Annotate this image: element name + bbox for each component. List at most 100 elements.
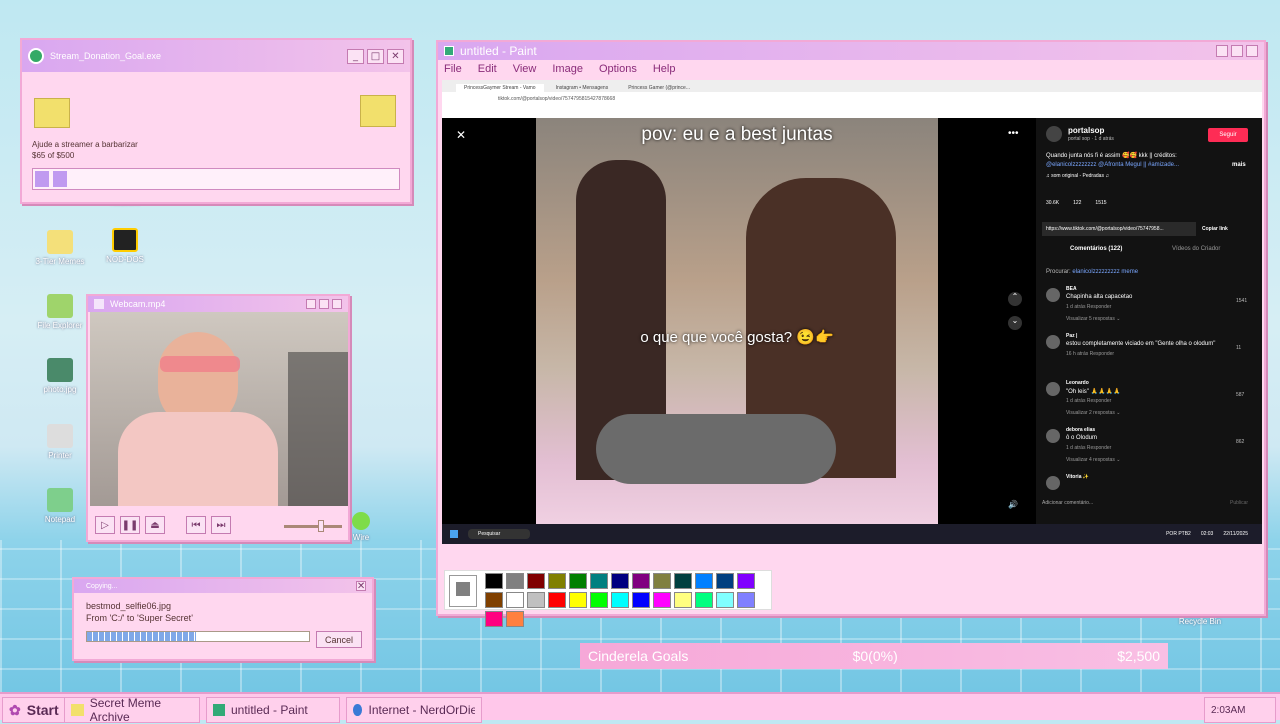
- next-video-button[interactable]: ⌄: [1008, 316, 1022, 330]
- pause-button[interactable]: ❚❚: [120, 516, 140, 534]
- avatar[interactable]: [1046, 429, 1060, 443]
- menu-file[interactable]: File: [444, 63, 462, 75]
- comment-like-count[interactable]: 1541: [1236, 298, 1247, 304]
- start-button[interactable]: ✿ Start: [2, 697, 66, 723]
- color-swatch[interactable]: [695, 592, 713, 608]
- volume-icon[interactable]: 🔊: [1008, 500, 1018, 509]
- donation-titlebar[interactable]: Stream_Donation_Goal.exe _ □ ✕: [22, 40, 410, 72]
- comment-replies[interactable]: Visualizar 2 respostas ⌄: [1066, 410, 1120, 416]
- menu-options[interactable]: Options: [599, 63, 637, 75]
- account-name[interactable]: portalsop: [1068, 126, 1104, 135]
- color-swatch[interactable]: [737, 592, 755, 608]
- color-swatch[interactable]: [506, 573, 524, 589]
- color-swatch[interactable]: [590, 573, 608, 589]
- close-button[interactable]: ✕: [387, 48, 404, 64]
- windows-icon[interactable]: [450, 530, 458, 538]
- browser-tab[interactable]: Princess Gamer (@prince...: [620, 84, 698, 92]
- color-swatch[interactable]: [716, 573, 734, 589]
- more-link[interactable]: mais: [1232, 162, 1246, 168]
- previous-button[interactable]: ⏮: [186, 516, 206, 534]
- color-swatch[interactable]: [569, 573, 587, 589]
- color-swatch[interactable]: [506, 611, 524, 627]
- paint-titlebar[interactable]: untitled - Paint: [438, 42, 1264, 60]
- desktop-icon-nod[interactable]: NOD-DOS: [90, 228, 160, 264]
- taskbar-item-internet[interactable]: Internet - NerdOrDie.com: [346, 697, 482, 723]
- maximize-button[interactable]: □: [367, 48, 384, 64]
- comment-count[interactable]: 122: [1073, 200, 1081, 206]
- color-swatch[interactable]: [674, 573, 692, 589]
- comment-user[interactable]: Vitoria ✨: [1066, 474, 1089, 480]
- taskbar-item-archive[interactable]: Secret Meme Archive: [64, 696, 200, 724]
- color-swatch[interactable]: [737, 573, 755, 589]
- browser-url-bar[interactable]: tiktok.com/@portalsop/video/757479581542…: [442, 92, 1262, 106]
- comment-replies[interactable]: Visualizar 5 respostas ⌄: [1066, 316, 1120, 322]
- avatar[interactable]: [1046, 288, 1060, 302]
- comment-replies[interactable]: Visualizar 4 respostas ⌄: [1066, 457, 1120, 463]
- volume-thumb[interactable]: [318, 520, 324, 532]
- color-swatch[interactable]: [674, 592, 692, 608]
- avatar[interactable]: [1046, 382, 1060, 396]
- desktop-icon-printer[interactable]: Printer: [25, 424, 95, 460]
- color-swatch[interactable]: [611, 573, 629, 589]
- copy-titlebar[interactable]: Copying... ✕: [74, 579, 372, 593]
- color-swatch[interactable]: [527, 592, 545, 608]
- avatar[interactable]: [1046, 126, 1062, 142]
- comment-input[interactable]: Adicionar comentário...: [1042, 500, 1093, 506]
- comment-search[interactable]: Procurar: elanicolzzzzzzzzz meme: [1046, 269, 1138, 275]
- avatar[interactable]: [1046, 476, 1060, 490]
- follow-button[interactable]: Seguir: [1208, 128, 1248, 142]
- close-button[interactable]: [1246, 45, 1258, 57]
- video-tags[interactable]: @elanicolzzzzzzzz @Afronta Megul || #ami…: [1046, 162, 1218, 168]
- comment-user[interactable]: Leonardo: [1066, 380, 1089, 386]
- browser-tab[interactable]: Instagram • Mensagens: [548, 84, 617, 92]
- webcam-titlebar[interactable]: Webcam.mp4: [88, 296, 348, 312]
- tab-creator-videos[interactable]: Vídeos do Criador: [1172, 246, 1220, 252]
- desktop-icon-photo[interactable]: photo.jpg: [25, 358, 95, 394]
- menu-edit[interactable]: Edit: [478, 63, 497, 75]
- search-term[interactable]: elanicolzzzzzzzzz meme: [1072, 269, 1138, 275]
- browser-tab[interactable]: PrincessGaymer Stream - Vamo: [456, 84, 544, 92]
- color-swatch[interactable]: [611, 592, 629, 608]
- save-count[interactable]: 1515: [1095, 200, 1106, 206]
- color-swatch[interactable]: [527, 573, 545, 589]
- comment-user[interactable]: BEA: [1066, 286, 1077, 292]
- color-swatch[interactable]: [506, 592, 524, 608]
- menu-help[interactable]: Help: [653, 63, 676, 75]
- volume-slider[interactable]: [284, 520, 342, 532]
- next-button[interactable]: ⏭: [211, 516, 231, 534]
- close-button[interactable]: [332, 299, 342, 309]
- close-button[interactable]: ✕: [356, 581, 366, 592]
- maximize-button[interactable]: [1231, 45, 1243, 57]
- cancel-button[interactable]: Cancel: [316, 631, 362, 648]
- tab-comments[interactable]: Comentários (122): [1070, 246, 1122, 252]
- color-swatch[interactable]: [632, 592, 650, 608]
- comment-like-count[interactable]: 587: [1236, 392, 1244, 398]
- desktop-icon-recycle[interactable]: Recycle Bin: [1165, 617, 1235, 626]
- inner-search[interactable]: Pesquisar: [468, 529, 531, 539]
- more-options-icon[interactable]: •••: [1008, 128, 1019, 139]
- minimize-button[interactable]: _: [347, 48, 364, 64]
- color-swatch[interactable]: [548, 573, 566, 589]
- comment-user[interactable]: Paz |: [1066, 333, 1077, 339]
- color-swatch[interactable]: [632, 573, 650, 589]
- publish-button[interactable]: Publicar: [1230, 500, 1248, 506]
- eject-button[interactable]: ⏏: [145, 516, 165, 534]
- desktop-icon-notepad[interactable]: Notepad: [25, 488, 95, 524]
- color-swatch[interactable]: [590, 592, 608, 608]
- color-swatch[interactable]: [653, 573, 671, 589]
- menu-view[interactable]: View: [513, 63, 537, 75]
- avatar[interactable]: [1046, 335, 1060, 349]
- minimize-button[interactable]: [306, 299, 316, 309]
- play-button[interactable]: ▷: [95, 516, 115, 534]
- comment-like-count[interactable]: 862: [1236, 439, 1244, 445]
- color-swatch[interactable]: [716, 592, 734, 608]
- comment-user[interactable]: debora elias: [1066, 427, 1095, 433]
- maximize-button[interactable]: [319, 299, 329, 309]
- sound-link[interactable]: ♫ som original - Pedradas ♫: [1046, 173, 1109, 179]
- like-count[interactable]: 30.6K: [1046, 200, 1059, 206]
- menu-image[interactable]: Image: [552, 63, 583, 75]
- color-swatch[interactable]: [569, 592, 587, 608]
- minimize-button[interactable]: [1216, 45, 1228, 57]
- color-swatch[interactable]: [548, 592, 566, 608]
- comment-like-count[interactable]: 11: [1236, 345, 1241, 351]
